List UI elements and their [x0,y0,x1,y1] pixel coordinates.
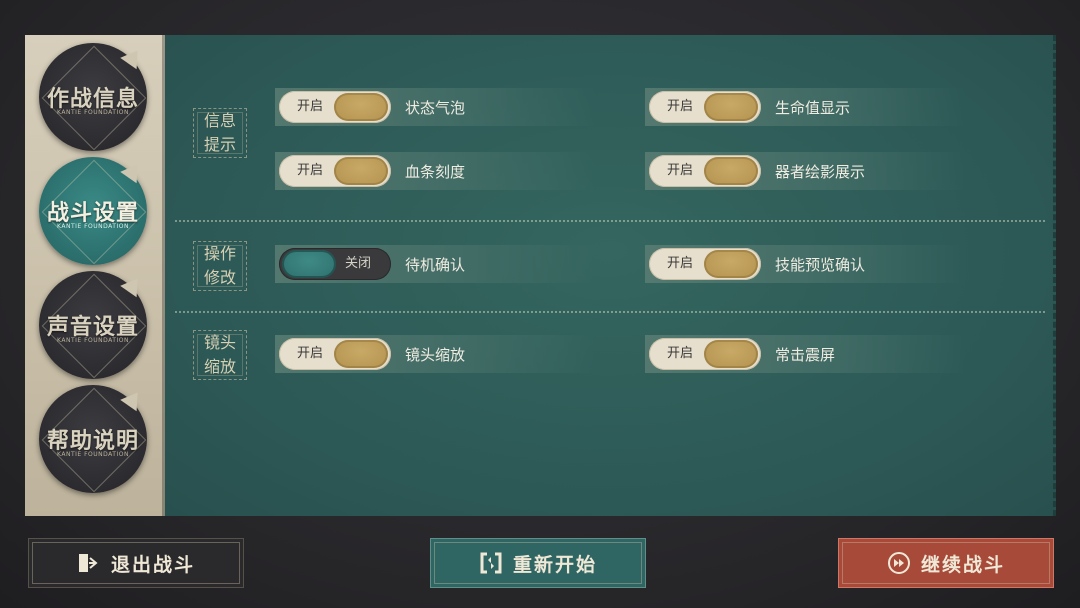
option-standby-confirm: 关闭 待机确认 [275,245,595,283]
sidebar-nav: 作战信息 KANTIE FOUNDATION 战斗设置 KANTIE FOUND… [25,35,165,516]
sidebar-item-sub: KANTIE FOUNDATION [57,109,129,116]
sidebar-item-combat-info[interactable]: 作战信息 KANTIE FOUNDATION [39,43,147,151]
toggle-switch[interactable]: 开启 [649,248,761,280]
section-label-operation: 操作 修改 [193,241,247,291]
sidebar-item-sub: KANTIE FOUNDATION [57,223,129,230]
section-label-info: 信息 提示 [193,108,247,158]
continue-battle-button[interactable]: 继续战斗 [838,538,1054,588]
section-divider [175,311,1045,313]
exit-battle-button[interactable]: 退出战斗 [28,538,244,588]
continue-battle-label: 继续战斗 [920,553,1005,576]
restart-bracket-icon [479,552,503,574]
toggle-knob [704,93,758,121]
toggle-knob [704,340,758,368]
fast-forward-icon [887,551,911,575]
toggle-switch[interactable]: 开启 [279,338,391,370]
toggle-knob [334,93,388,121]
sidebar-item-battle-settings[interactable]: 战斗设置 KANTIE FOUNDATION [39,157,147,265]
option-status-bubble: 开启 状态气泡 [275,88,595,126]
toggle-switch[interactable]: 开启 [649,155,761,187]
toggle-switch[interactable]: 开启 [279,91,391,123]
toggle-switch[interactable]: 开启 [279,155,391,187]
option-label: 器者绘影展示 [775,162,866,181]
option-skill-preview-confirm: 开启 技能预览确认 [645,245,965,283]
sidebar-item-help[interactable]: 帮助说明 KANTIE FOUNDATION [39,385,147,493]
exit-door-icon [77,552,101,574]
toggle-knob [334,340,388,368]
option-camera-zoom: 开启 镜头缩放 [275,335,595,373]
option-label: 血条刻度 [405,162,466,181]
toggle-switch[interactable]: 开启 [649,338,761,370]
option-portrait-display: 开启 器者绘影展示 [645,152,965,190]
sidebar-item-sound-settings[interactable]: 声音设置 KANTIE FOUNDATION [39,271,147,379]
toggle-knob [334,157,388,185]
toggle-knob [282,250,336,278]
toggle-knob [704,250,758,278]
option-label: 镜头缩放 [405,345,466,364]
option-label: 生命值显示 [775,98,851,117]
option-label: 常击震屏 [775,345,836,364]
option-label: 状态气泡 [405,98,466,117]
sidebar-item-sub: KANTIE FOUNDATION [57,337,129,344]
option-hp-display: 开启 生命值显示 [645,88,965,126]
option-hit-shake: 开启 常击震屏 [645,335,965,373]
option-label: 技能预览确认 [775,255,866,274]
exit-battle-label: 退出战斗 [110,553,195,576]
section-divider [175,220,1045,222]
sidebar-item-sub: KANTIE FOUNDATION [57,451,129,458]
restart-label: 重新开始 [512,553,597,576]
toggle-switch[interactable]: 开启 [649,91,761,123]
section-label-camera: 镜头 缩放 [193,330,247,380]
option-label: 待机确认 [405,255,466,274]
toggle-switch[interactable]: 关闭 [279,248,391,280]
option-hp-ticks: 开启 血条刻度 [275,152,595,190]
toggle-knob [704,157,758,185]
restart-button[interactable]: 重新开始 [430,538,646,588]
